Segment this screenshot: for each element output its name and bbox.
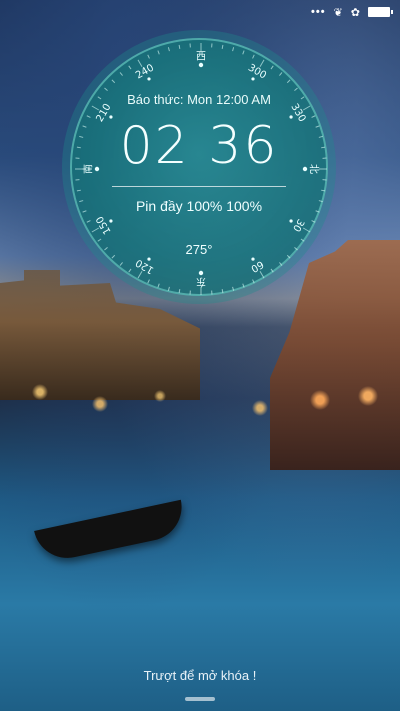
dial-tick	[157, 50, 160, 55]
dial-tick	[259, 59, 265, 68]
dial-tick	[167, 47, 170, 52]
status-bar: ••• ❦ ✿	[0, 0, 400, 24]
alarm-text: Báo thức: Mon 12:00 AM	[127, 92, 271, 107]
dial-tick	[111, 79, 116, 84]
dial-tick	[302, 227, 311, 233]
dial-tick	[119, 72, 123, 76]
dial-tick	[167, 286, 170, 291]
dial-tick	[76, 189, 81, 192]
dial-tick	[221, 289, 224, 294]
dial-dot	[289, 219, 293, 223]
unlock-hint[interactable]: Trượt để mở khóa !	[0, 668, 400, 683]
wallpaper-lights	[0, 360, 400, 440]
dial-tick	[147, 54, 150, 59]
dial-tick	[252, 54, 255, 59]
dial-tick	[259, 270, 265, 279]
dial-tick	[279, 72, 283, 76]
compass-label: 西	[196, 52, 206, 63]
dial-tick	[137, 59, 143, 68]
compass-label: 东	[196, 276, 206, 289]
dial-tick	[300, 238, 305, 242]
dial-tick	[242, 50, 245, 55]
compass-label: 150	[94, 214, 113, 236]
dial-dot	[251, 77, 255, 81]
battery-icon	[368, 7, 393, 17]
dial-tick	[97, 238, 102, 242]
more-dots-icon: •••	[311, 6, 326, 18]
compass-heading: 275°	[185, 242, 213, 257]
dial-tick	[311, 220, 316, 223]
dial-dot	[109, 219, 113, 223]
dial-tick	[86, 220, 91, 223]
dial-tick	[286, 79, 291, 84]
dial-tick	[232, 286, 235, 291]
dial-tick	[279, 262, 283, 266]
dial-tick	[294, 87, 298, 91]
dial-tick	[128, 268, 132, 273]
compass-label: 30	[290, 217, 306, 234]
compass-label: 240	[134, 62, 156, 81]
dial-tick	[119, 262, 123, 266]
dial-dot	[198, 270, 204, 276]
home-indicator[interactable]	[185, 697, 215, 701]
dial-dot	[147, 257, 151, 261]
compass-clock-dial[interactable]: 西 300 330 北 30 60 东 120 150 南 210 240 Báo thức: Mon…	[70, 38, 328, 296]
dial-dot	[251, 257, 255, 261]
dial-tick	[91, 227, 100, 233]
divider	[112, 186, 286, 187]
dial-tick	[147, 279, 150, 284]
dial-tick	[128, 65, 132, 70]
dial-tick	[242, 283, 245, 288]
leaf-icon: ❦	[333, 6, 343, 19]
dial-tick	[232, 47, 235, 52]
compass-label: 60	[249, 258, 266, 274]
dial-dot	[198, 62, 204, 68]
dial-tick	[104, 87, 108, 91]
dial-tick	[178, 44, 181, 49]
dial-dot	[147, 77, 151, 81]
dial-tick	[178, 289, 181, 294]
battery-status: Pin đầy 100% 100%	[135, 198, 263, 214]
dial-tick	[321, 189, 326, 192]
dial-tick	[270, 65, 274, 70]
compass-label: 120	[134, 256, 156, 275]
dial-tick	[137, 270, 143, 279]
compass-label: 300	[246, 62, 268, 81]
dial-tick	[270, 268, 274, 273]
dial-tick	[157, 283, 160, 288]
flower-icon: ✿	[350, 6, 360, 19]
dial-tick	[252, 279, 255, 284]
clock-time: 02 36	[119, 116, 279, 176]
dial-tick	[221, 44, 224, 49]
